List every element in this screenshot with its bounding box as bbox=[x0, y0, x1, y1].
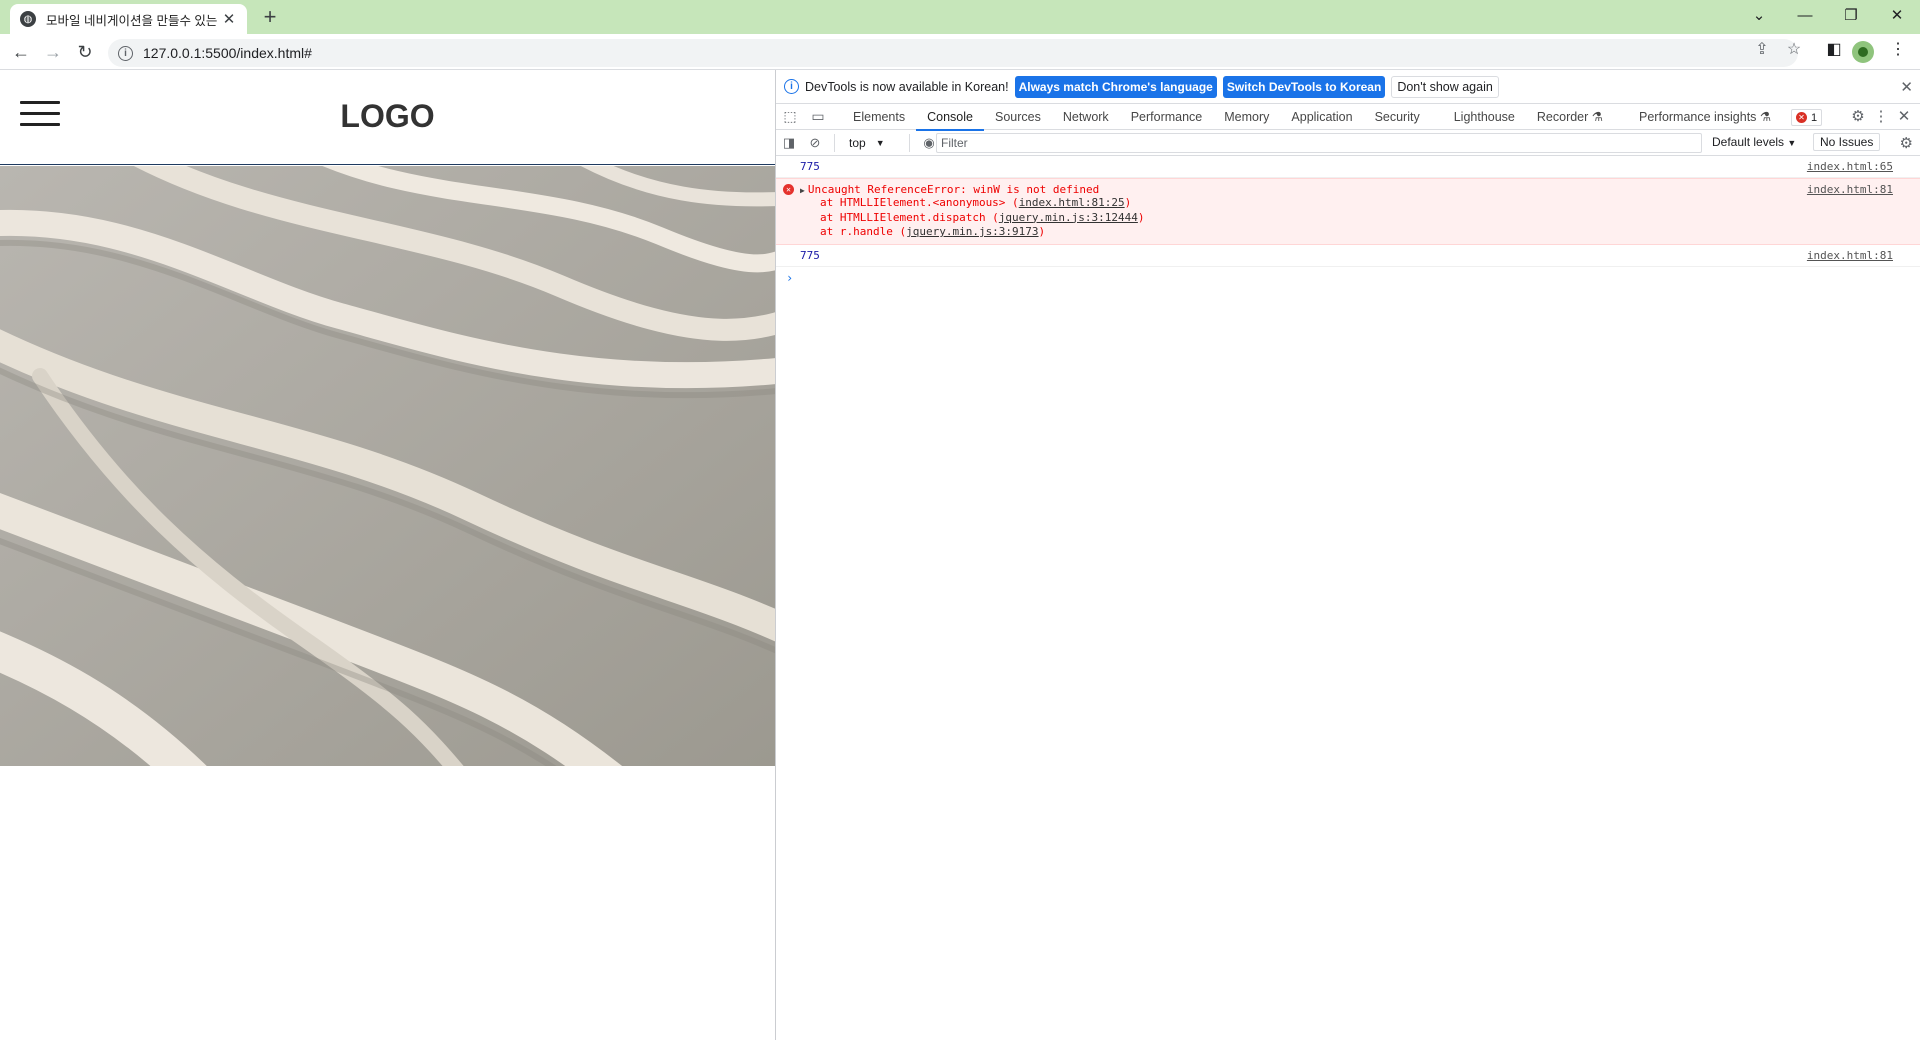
bookmark-star-icon[interactable]: ☆ bbox=[1782, 39, 1806, 59]
divider bbox=[834, 133, 835, 152]
minimize-button[interactable]: — bbox=[1782, 0, 1828, 30]
log-value: 775 bbox=[800, 160, 820, 173]
error-message: Uncaught ReferenceError: winW is not def… bbox=[807, 183, 1100, 196]
divider bbox=[909, 133, 910, 152]
info-message: DevTools is now available in Korean! bbox=[805, 79, 1009, 94]
console-log-row: 775 index.html:65 bbox=[776, 156, 1920, 178]
console-settings-icon[interactable]: ⚙ bbox=[1900, 134, 1913, 152]
web-page: LOGO bbox=[0, 70, 775, 1040]
source-link[interactable]: index.html:81 bbox=[1807, 183, 1893, 196]
sand-dunes-image bbox=[0, 166, 775, 766]
language-infobar: i DevTools is now available in Korean! A… bbox=[776, 70, 1920, 104]
console-output: 775 index.html:65 ✕ ▶ Uncaught ReferenceE… bbox=[776, 156, 1920, 285]
device-toolbar-icon[interactable]: ▭ bbox=[804, 108, 832, 125]
browser-toolbar: ← → ↻ i 127.0.0.1:5500/index.html# ⇪ ☆ ◧… bbox=[0, 34, 1920, 70]
close-infobar-icon[interactable]: ✕ bbox=[1900, 78, 1913, 96]
console-prompt[interactable]: › bbox=[776, 267, 1920, 285]
menu-kebab-icon[interactable]: ⋮ bbox=[1886, 39, 1910, 59]
sidebar-toggle-icon[interactable]: ◨ bbox=[776, 135, 802, 151]
stack-link[interactable]: jquery.min.js:3:9173 bbox=[906, 225, 1038, 238]
tab-performance[interactable]: Performance bbox=[1120, 104, 1214, 130]
source-link[interactable]: index.html:81 bbox=[1807, 249, 1893, 262]
tab-console[interactable]: Console bbox=[916, 104, 984, 131]
tab-security[interactable]: Security bbox=[1364, 104, 1431, 130]
match-language-button[interactable]: Always match Chrome's language bbox=[1014, 75, 1217, 98]
flask-icon: ⚗ bbox=[1759, 109, 1772, 124]
stack-link[interactable]: jquery.min.js:3:12444 bbox=[999, 211, 1138, 224]
levels-dropdown[interactable]: Default levels ▼ bbox=[1712, 135, 1796, 149]
globe-icon: ◍ bbox=[20, 11, 36, 27]
inspect-element-icon[interactable]: ⬚ bbox=[776, 108, 804, 125]
browser-tab[interactable]: ◍ 모바일 네비게이션을 만들수 있는 ✕ bbox=[10, 4, 247, 34]
flask-icon: ⚗ bbox=[1591, 109, 1604, 124]
site-info-icon[interactable]: i bbox=[118, 45, 133, 61]
new-tab-button[interactable]: + bbox=[258, 4, 282, 30]
stack-text: at r.handle ( bbox=[820, 225, 907, 238]
close-tab-icon[interactable]: ✕ bbox=[221, 10, 237, 28]
context-selector[interactable]: top ▼ bbox=[849, 136, 903, 150]
side-panel-icon[interactable]: ◧ bbox=[1822, 39, 1846, 59]
hero-image bbox=[0, 166, 775, 766]
tab-search-icon[interactable]: ⌄ bbox=[1736, 0, 1782, 30]
restore-button[interactable]: ❐ bbox=[1828, 0, 1874, 30]
stack-text: at HTMLLIElement.<anonymous> ( bbox=[820, 196, 1019, 209]
close-window-button[interactable]: ✕ bbox=[1874, 0, 1920, 30]
address-bar[interactable]: i 127.0.0.1:5500/index.html# bbox=[108, 39, 1798, 67]
source-link[interactable]: index.html:65 bbox=[1807, 160, 1893, 173]
tab-application[interactable]: Application bbox=[1280, 104, 1363, 130]
tab-performance-insights-label: Performance insights bbox=[1639, 109, 1757, 124]
tab-network[interactable]: Network bbox=[1052, 104, 1120, 130]
tab-elements[interactable]: Elements bbox=[842, 104, 916, 130]
tab-recorder-label: Recorder bbox=[1536, 109, 1589, 124]
info-icon: i bbox=[784, 79, 799, 94]
dont-show-button[interactable]: Don't show again bbox=[1391, 75, 1499, 98]
console-error-row: ✕ ▶ Uncaught ReferenceError: winW is not … bbox=[776, 178, 1920, 245]
filter-input[interactable]: Filter bbox=[936, 133, 1702, 153]
error-count-badge[interactable]: ✕ 1 bbox=[1791, 109, 1823, 126]
stack-text: at HTMLLIElement.dispatch ( bbox=[820, 210, 999, 224]
back-arrow-icon[interactable]: ← bbox=[10, 41, 32, 63]
switch-korean-button[interactable]: Switch DevTools to Korean bbox=[1222, 75, 1386, 98]
caret-down-icon: ▼ bbox=[1787, 138, 1797, 148]
close-devtools-icon[interactable]: ✕ bbox=[1893, 107, 1915, 125]
console-toolbar: ◨ ⊘ top ▼ ◉ Filter Default levels ▼ No Is… bbox=[776, 130, 1920, 156]
tab-recorder[interactable]: Recorder ⚗ bbox=[1526, 104, 1614, 130]
console-log-row: 775 index.html:81 bbox=[776, 245, 1920, 267]
error-count: 1 bbox=[1811, 111, 1818, 124]
site-header: LOGO bbox=[0, 70, 775, 165]
expand-triangle-icon[interactable]: ▶ bbox=[800, 186, 805, 195]
context-value: top bbox=[849, 135, 866, 150]
forward-arrow-icon[interactable]: → bbox=[42, 41, 64, 63]
devtools-menu-icon[interactable]: ⋮ bbox=[1870, 107, 1892, 125]
issues-button[interactable]: No Issues bbox=[1813, 133, 1881, 151]
stack-link[interactable]: index.html:81:25 bbox=[1019, 196, 1125, 209]
reload-icon[interactable]: ↻ bbox=[74, 41, 96, 63]
tab-performance-insights[interactable]: Performance insights ⚗ bbox=[1628, 104, 1782, 130]
profile-avatar[interactable] bbox=[1852, 41, 1874, 63]
caret-down-icon: ▼ bbox=[875, 137, 885, 148]
url-text: 127.0.0.1:5500/index.html# bbox=[143, 45, 312, 61]
stack-line: at HTMLLIElement.<anonymous> (index.html… bbox=[820, 196, 1132, 209]
error-icon: ✕ bbox=[1796, 112, 1807, 123]
stack-line: at HTMLLIElement.dispatch (jquery.min.js… bbox=[820, 210, 1145, 224]
devtools-panel: i DevTools is now available in Korean! A… bbox=[775, 70, 1920, 1040]
settings-gear-icon[interactable]: ⚙ bbox=[1847, 107, 1869, 125]
title-bar: ◍ 모바일 네비게이션을 만들수 있는 ✕ + ⌄ — ❐ ✕ bbox=[0, 0, 1920, 34]
log-value: 775 bbox=[800, 248, 820, 262]
clear-console-icon[interactable]: ⊘ bbox=[802, 135, 828, 151]
stack-line: at r.handle (jquery.min.js:3:9173) bbox=[820, 225, 1046, 238]
site-logo: LOGO bbox=[340, 98, 435, 134]
tab-title: 모바일 네비게이션을 만들수 있는 bbox=[46, 13, 218, 28]
devtools-tabs: ⬚ ▭ Elements Console Sources Network Per… bbox=[776, 104, 1920, 131]
levels-label: Default levels bbox=[1712, 135, 1785, 149]
tab-sources[interactable]: Sources bbox=[984, 104, 1052, 130]
error-icon: ✕ bbox=[783, 184, 794, 195]
tab-memory[interactable]: Memory bbox=[1213, 104, 1280, 130]
share-icon[interactable]: ⇪ bbox=[1750, 39, 1774, 59]
tab-lighthouse[interactable]: Lighthouse bbox=[1443, 104, 1526, 130]
stack-trace: at HTMLLIElement.<anonymous> (index.html… bbox=[800, 196, 1920, 240]
